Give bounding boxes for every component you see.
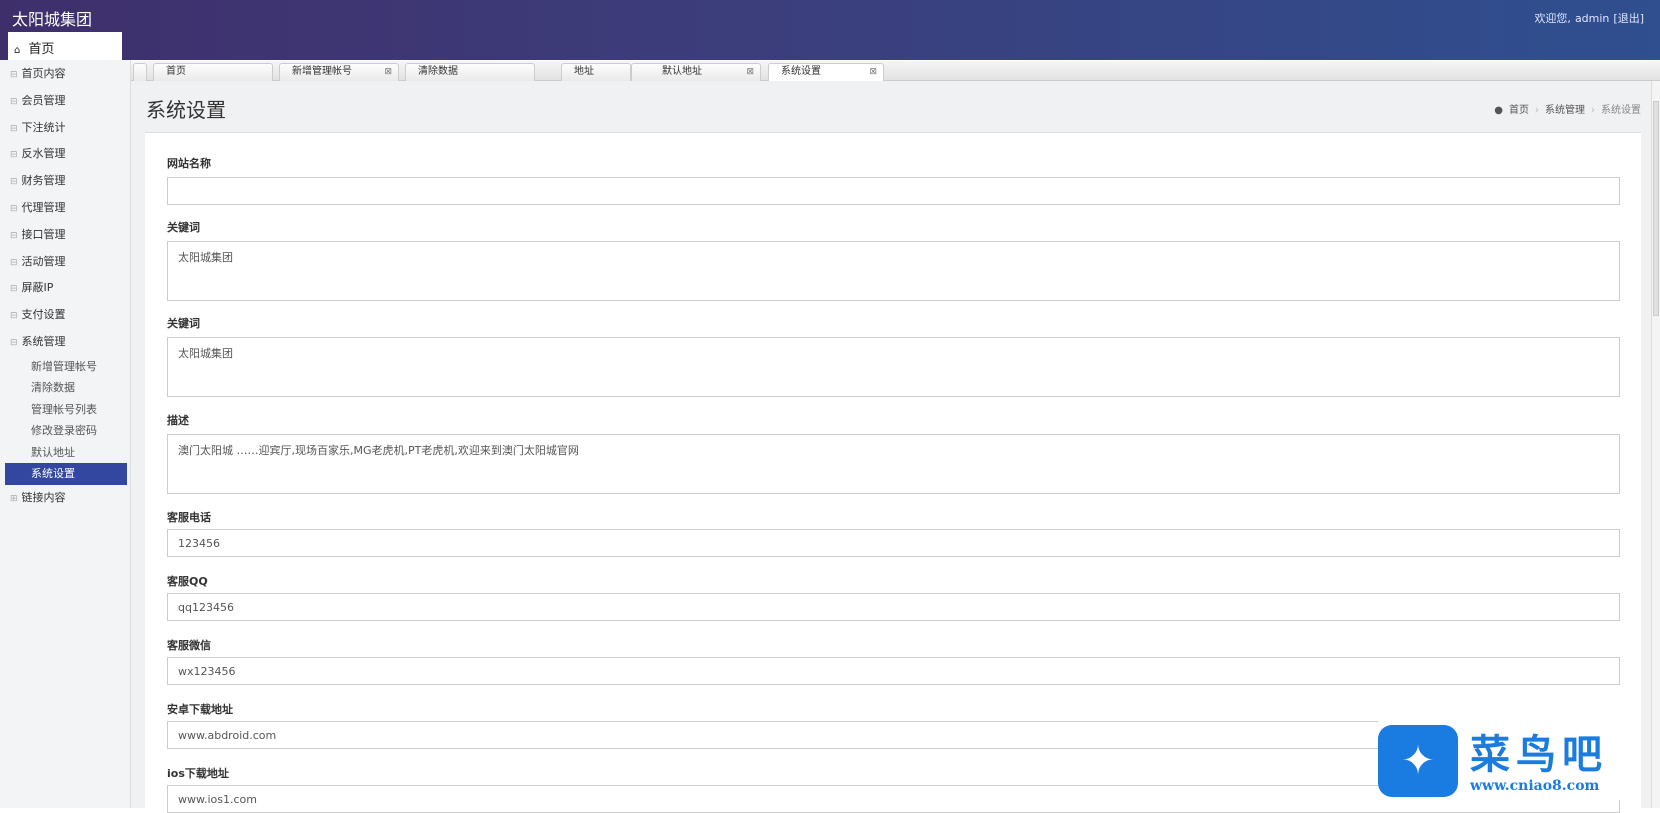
breadcrumb-system[interactable]: 系统管理	[1545, 105, 1585, 116]
expand-icon: ⊞	[10, 493, 18, 504]
field-label: 安卓下载地址	[167, 703, 233, 716]
field-label: 关键词	[167, 317, 200, 330]
expand-icon: ⊟	[10, 230, 18, 241]
field-label: 描述	[167, 414, 189, 427]
wechat-input[interactable]: wx123456	[167, 657, 1620, 685]
tab-system-settings[interactable]: 系统设置 ⊠	[768, 63, 884, 81]
main-content: 系统设置 ● 首页 › 系统管理 › 系统设置 网站名称 关键词 太阳城集团 关键词 太阳…	[131, 81, 1651, 813]
sidebar-item-label: 系统管理	[21, 334, 66, 348]
tab-scroll-left[interactable]	[133, 63, 147, 81]
watermark-name: 菜鸟吧	[1470, 731, 1608, 778]
sidebar-item-label: 活动管理	[21, 254, 66, 268]
top-header: 太阳城集团 欢迎您, admin [退出] ⌂ 首页	[0, 0, 1660, 60]
sidebar-item-label: 支付设置	[21, 308, 66, 322]
sidebar-subitem[interactable]: 默认地址	[5, 442, 127, 464]
sidebar-item-system[interactable]: ⊟ 系统管理	[0, 329, 130, 356]
sidebar-subitem-active[interactable]: 系统设置	[5, 463, 127, 485]
home-nav-tab[interactable]: ⌂ 首页	[8, 32, 122, 60]
expand-icon: ⊟	[10, 123, 18, 134]
welcome-text: 欢迎您,	[1534, 12, 1571, 25]
tab-label: 地址	[574, 66, 594, 77]
watermark-logo: ✦ 菜鸟吧 www.cniao8.com	[1378, 720, 1640, 800]
expand-icon: ⊟	[10, 70, 18, 80]
sidebar-subitem[interactable]: 清除数据	[5, 377, 127, 399]
tab-label: 默认地址	[662, 66, 702, 77]
bird-icon: ✦	[1378, 725, 1458, 797]
field-label: 网站名称	[167, 157, 211, 170]
field-label: 客服电话	[167, 511, 211, 524]
home-icon: ●	[1494, 105, 1503, 116]
tab-label: 系统设置	[781, 66, 821, 77]
logout-link[interactable]: [退出]	[1613, 12, 1644, 25]
close-icon[interactable]: ⊠	[384, 64, 392, 80]
expand-icon: ⊟	[10, 311, 18, 322]
tab-bar: 首页 新增管理帐号 ⊠ 清除数据 地址 默认地址 ⊠ 系统设置 ⊠	[131, 61, 1660, 81]
keywords-textarea[interactable]: 太阳城集团	[167, 241, 1620, 301]
welcome-bar: 欢迎您, admin [退出]	[1530, 10, 1644, 26]
expand-icon: ⊟	[10, 203, 18, 214]
sidebar-subitem[interactable]: 修改登录密码	[5, 420, 127, 442]
sidebar-item[interactable]: ⊞ 链接内容	[0, 485, 130, 512]
sidebar-subitem[interactable]: 管理帐号列表	[5, 399, 127, 421]
expand-icon: ⊟	[10, 257, 18, 268]
settings-form: 网站名称 关键词 太阳城集团 关键词 太阳城集团 描述 澳门太阳城 ……迎宾厅,…	[145, 132, 1641, 813]
scrollbar[interactable]	[1651, 81, 1660, 808]
field-label: 客服微信	[167, 639, 211, 652]
sidebar-item[interactable]: ⊟ 屏蔽IP	[0, 275, 130, 302]
site-name-input[interactable]	[167, 177, 1620, 205]
phone-input[interactable]: 123456	[167, 529, 1620, 557]
field-label: ios下载地址	[167, 767, 229, 780]
breadcrumb: ● 首页 › 系统管理 › 系统设置	[1494, 105, 1641, 116]
home-label: 首页	[28, 42, 55, 57]
sidebar-item[interactable]: ⊟ 会员管理	[0, 88, 130, 115]
tab-default-address[interactable]: 默认地址 ⊠	[631, 63, 761, 81]
sidebar-item-label: 财务管理	[21, 174, 66, 188]
username: admin	[1574, 12, 1610, 25]
sidebar-item-label: 会员管理	[21, 93, 66, 107]
sidebar: ⊟ 首页内容 ⊟ 会员管理 ⊟ 下注统计 ⊟ 反水管理 ⊟ 财务管理 ⊟ 代理管理 ⊟ 接口管…	[0, 60, 131, 808]
field-label: 关键词	[167, 221, 200, 234]
field-label: 客服QQ	[167, 575, 208, 588]
tab-label: 首页	[166, 66, 186, 77]
brand-title: 太阳城集团	[12, 10, 93, 29]
sidebar-item[interactable]: ⊟ 接口管理	[0, 222, 130, 249]
sidebar-item[interactable]: ⊟ 支付设置	[0, 302, 130, 329]
close-icon[interactable]: ⊠	[869, 64, 877, 80]
description-textarea[interactable]: 澳门太阳城 ……迎宾厅,现场百家乐,MG老虎机,PT老虎机,欢迎来到澳门太阳城官…	[167, 434, 1620, 494]
qq-input[interactable]: qq123456	[167, 593, 1620, 621]
sidebar-item[interactable]: ⊟ 代理管理	[0, 195, 130, 222]
sidebar-item-label: 屏蔽IP	[21, 281, 54, 295]
keywords-textarea-2[interactable]: 太阳城集团	[167, 337, 1620, 397]
sidebar-item[interactable]: ⊟ 下注统计	[0, 115, 130, 142]
sidebar-item-label: 链接内容	[21, 490, 66, 504]
home-icon: ⌂	[14, 45, 21, 56]
sidebar-item-label: 接口管理	[21, 227, 66, 241]
expand-icon: ⊟	[10, 284, 18, 295]
sidebar-item[interactable]: ⊟ 反水管理	[0, 141, 130, 168]
page-title: 系统设置	[146, 98, 226, 122]
sidebar-item[interactable]: ⊟ 首页内容	[0, 61, 130, 88]
tab-label: 清除数据	[418, 66, 458, 77]
expand-icon: ⊟	[10, 150, 18, 161]
expand-icon: ⊟	[10, 177, 18, 188]
sidebar-item-label: 代理管理	[21, 200, 66, 214]
tab-clear-data[interactable]: 清除数据	[405, 63, 535, 81]
expand-icon: ⊟	[10, 96, 18, 107]
sidebar-subitem[interactable]: 新增管理帐号	[5, 356, 127, 378]
close-icon[interactable]: ⊠	[746, 64, 754, 80]
sidebar-item[interactable]: ⊟ 活动管理	[0, 249, 130, 276]
breadcrumb-current: 系统设置	[1601, 105, 1641, 116]
breadcrumb-home[interactable]: 首页	[1509, 105, 1529, 116]
sidebar-item[interactable]: ⊟ 财务管理	[0, 168, 130, 195]
sidebar-item-label: 反水管理	[21, 147, 66, 161]
scrollbar-thumb[interactable]	[1653, 101, 1659, 316]
sidebar-item-label: 下注统计	[21, 120, 66, 134]
tab-home[interactable]: 首页	[153, 63, 273, 81]
tab-address[interactable]: 地址	[561, 63, 631, 81]
tab-add-admin[interactable]: 新增管理帐号 ⊠	[279, 63, 399, 81]
watermark-url: www.cniao8.com	[1470, 778, 1600, 794]
tab-label: 新增管理帐号	[292, 66, 352, 77]
sidebar-item-label: 首页内容	[21, 67, 66, 80]
expand-icon: ⊟	[10, 337, 18, 348]
